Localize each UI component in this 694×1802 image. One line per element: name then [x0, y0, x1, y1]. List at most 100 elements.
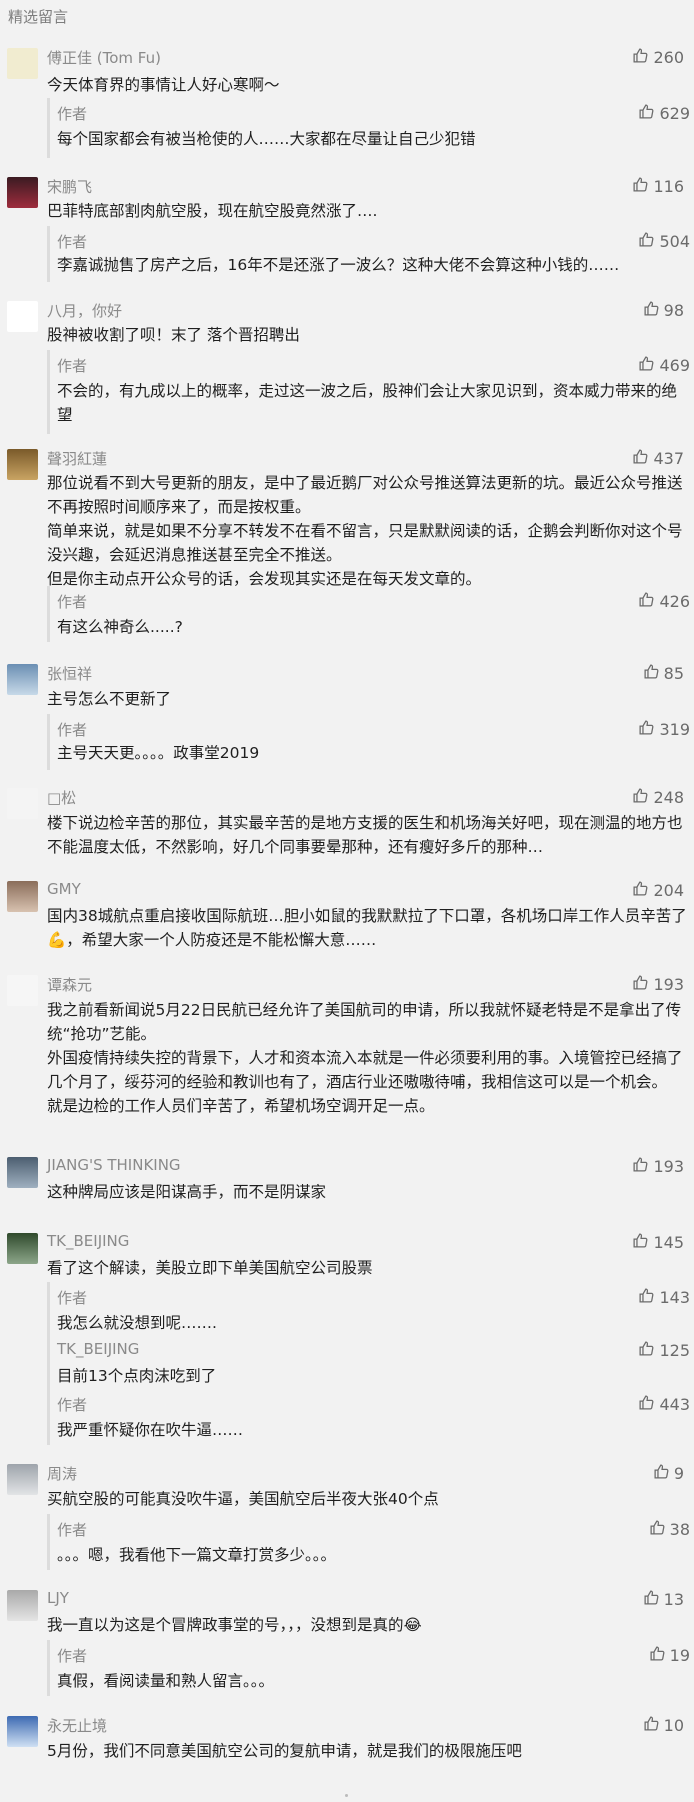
avatar[interactable]: [7, 1464, 38, 1495]
avatar[interactable]: [7, 449, 38, 480]
comment-like-button[interactable]: 193: [632, 974, 684, 995]
reply-author[interactable]: 作者: [57, 231, 87, 252]
comment-author[interactable]: 张恒祥: [47, 663, 92, 684]
reply-like-count: 143: [659, 1288, 690, 1307]
comment-author[interactable]: 八月，你好: [47, 300, 122, 321]
reply-like-count: 629: [659, 104, 690, 123]
comments-page: 精选留言 傅正佳 (Tom Fu) 260 今天体育界的事情让人好心寒啊～ 作者 629…: [0, 0, 694, 1802]
comment-like-count: 116: [653, 177, 684, 196]
thumbs-up-icon: [638, 1394, 655, 1415]
comment-like-button[interactable]: 248: [632, 787, 684, 808]
comment-author[interactable]: TK_BEIJING: [47, 1232, 129, 1250]
avatar[interactable]: [7, 975, 38, 1006]
comment-like-count: 437: [653, 449, 684, 468]
reply-item: 作者 319 主号天天更。。。。政事堂2019: [47, 714, 690, 770]
comment-author[interactable]: □松: [47, 787, 76, 808]
reply-author[interactable]: 作者: [57, 1394, 87, 1415]
avatar[interactable]: [7, 48, 38, 79]
comment-author[interactable]: JIANG'S THINKING: [47, 1156, 181, 1174]
comment-text: 我之前看新闻说5月22日民航已经允许了美国航司的申请，所以我就怀疑老特是不是拿出…: [47, 1001, 683, 1115]
thumbs-up-icon: [649, 1645, 666, 1666]
comment-like-button[interactable]: 145: [632, 1232, 684, 1253]
comment-like-count: 9: [673, 1464, 684, 1483]
avatar[interactable]: [7, 1157, 38, 1188]
comment-text: 我一直以为这是个冒牌政事堂的号，，，没想到是真的😂: [47, 1616, 422, 1634]
comment-author[interactable]: 谭森元: [47, 974, 92, 995]
page-end-dot: [345, 1794, 348, 1797]
reply-like-button[interactable]: 125: [638, 1340, 690, 1361]
reply-author[interactable]: 作者: [57, 719, 87, 740]
avatar[interactable]: [7, 1590, 38, 1621]
reply-text: 我严重怀疑你在吹牛逼……: [57, 1421, 244, 1439]
comment-like-button[interactable]: 260: [632, 47, 684, 68]
reply-like-button[interactable]: 38: [649, 1519, 690, 1540]
avatar[interactable]: [7, 664, 38, 695]
thumbs-up-icon: [632, 1156, 649, 1177]
reply-text: 有这么神奇么.....?: [57, 618, 183, 636]
thumbs-up-icon: [632, 1232, 649, 1253]
comment-like-button[interactable]: 13: [643, 1589, 684, 1610]
comment-like-button[interactable]: 85: [643, 663, 684, 684]
comment-like-button[interactable]: 10: [643, 1715, 684, 1736]
comment-like-button[interactable]: 204: [632, 880, 684, 901]
comment-author[interactable]: 聲羽紅蓮: [47, 448, 107, 469]
comment-author[interactable]: 周涛: [47, 1463, 77, 1484]
comment-like-button[interactable]: 437: [632, 448, 684, 469]
comment-text: 这种牌局应该是阳谋高手，而不是阴谋家: [47, 1183, 327, 1201]
reply-author[interactable]: 作者: [57, 1519, 87, 1540]
comment-like-count: 204: [653, 881, 684, 900]
comment-text: 主号怎么不更新了: [47, 690, 172, 708]
reply-author[interactable]: 作者: [57, 103, 87, 124]
reply-item: 作者 19 真假，看阅读量和熟人留言。。。: [47, 1640, 690, 1696]
reply-item: 作者 469 不会的，有九成以上的概率，走过这一波之后，股神们会让大家见识到，资本威…: [47, 350, 690, 434]
thumbs-up-icon: [643, 300, 660, 321]
comment-like-count: 13: [663, 1590, 684, 1609]
comment-like-button[interactable]: 116: [632, 176, 684, 197]
reply-like-count: 19: [669, 1646, 690, 1665]
reply-author[interactable]: TK_BEIJING: [57, 1340, 139, 1358]
reply-item: TK_BEIJING 125 目前13个点肉沫吃到了: [47, 1335, 690, 1391]
reply-like-button[interactable]: 469: [638, 355, 690, 376]
reply-text: 真假，看阅读量和熟人留言。。。: [57, 1672, 275, 1690]
reply-like-count: 125: [659, 1341, 690, 1360]
comment-text: 国内38城航点重启接收国际航班…胆小如鼠的我默默拉了下口罩，各机场口岸工作人员辛…: [47, 907, 687, 949]
reply-like-count: 504: [659, 232, 690, 251]
avatar[interactable]: [7, 788, 38, 819]
comment-text: 看了这个解读，美股立即下单美国航空公司股票: [47, 1259, 373, 1277]
comment-author[interactable]: LJY: [47, 1589, 69, 1607]
reply-author[interactable]: 作者: [57, 1287, 87, 1308]
reply-like-button[interactable]: 143: [638, 1287, 690, 1308]
comment-author[interactable]: GMY: [47, 880, 81, 898]
avatar[interactable]: [7, 881, 38, 912]
reply-like-button[interactable]: 319: [638, 719, 690, 740]
reply-author[interactable]: 作者: [57, 355, 87, 376]
comment-like-button[interactable]: 193: [632, 1156, 684, 1177]
reply-author[interactable]: 作者: [57, 591, 87, 612]
reply-text: 主号天天更。。。。政事堂2019: [57, 744, 260, 762]
thumbs-up-icon: [638, 719, 655, 740]
comment-author[interactable]: 傅正佳 (Tom Fu): [47, 47, 161, 68]
reply-like-button[interactable]: 443: [638, 1394, 690, 1415]
reply-like-button[interactable]: 629: [638, 103, 690, 124]
reply-item: 作者 629 每个国家都会有被当枪使的人……大家都在尽量让自己少犯错: [47, 98, 690, 158]
thumbs-up-icon: [638, 1340, 655, 1361]
comment-like-count: 145: [653, 1233, 684, 1252]
comment-like-button[interactable]: 9: [653, 1463, 684, 1484]
avatar[interactable]: [7, 301, 38, 332]
comment-like-button[interactable]: 98: [643, 300, 684, 321]
avatar[interactable]: [7, 1716, 38, 1747]
comment-like-count: 10: [663, 1716, 684, 1735]
comment-author[interactable]: 宋鹏飞: [47, 176, 92, 197]
comment-author[interactable]: 永无止境: [47, 1715, 107, 1736]
reply-like-button[interactable]: 504: [638, 231, 690, 252]
reply-like-button[interactable]: 19: [649, 1645, 690, 1666]
reply-like-count: 319: [659, 720, 690, 739]
reply-like-button[interactable]: 426: [638, 591, 690, 612]
thumbs-up-icon: [638, 1287, 655, 1308]
comment-like-count: 260: [653, 48, 684, 67]
reply-text: 不会的，有九成以上的概率，走过这一波之后，股神们会让大家见识到，资本威力带来的绝…: [57, 382, 678, 424]
avatar[interactable]: [7, 177, 38, 208]
avatar[interactable]: [7, 1233, 38, 1264]
reply-author[interactable]: 作者: [57, 1645, 87, 1666]
reply-item: 作者 38 。。。嗯，我看他下一篇文章打赏多少。。。: [47, 1514, 690, 1570]
